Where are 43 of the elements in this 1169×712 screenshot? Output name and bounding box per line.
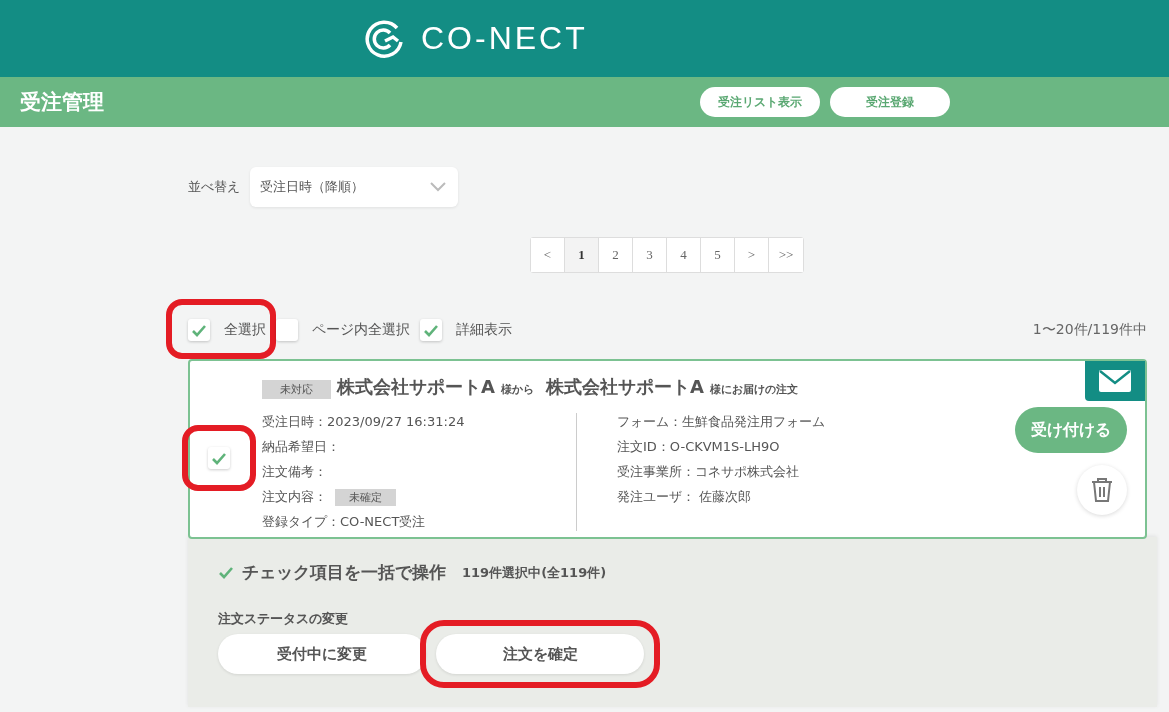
trash-icon — [1090, 477, 1114, 503]
sender-suffix: 様から — [500, 382, 534, 397]
delete-button[interactable] — [1077, 465, 1127, 515]
page-button[interactable]: < — [531, 238, 565, 272]
order-field: 注文内容： — [262, 488, 327, 506]
bulk-title: チェック項目を一括で操作 — [242, 561, 446, 584]
check-icon — [218, 566, 234, 579]
check-icon — [423, 323, 439, 337]
chevron-down-icon — [430, 182, 446, 192]
section-label: 注文ステータスの変更 — [218, 610, 349, 628]
order-field: 登録タイプ：CO-NECT受注 — [262, 513, 426, 531]
recipient-suffix: 様にお届けの注文 — [709, 382, 798, 397]
status-tag: 未確定 — [335, 488, 396, 506]
order-field: 納品希望日： — [262, 438, 340, 456]
checkbox[interactable] — [188, 319, 210, 341]
status-tag: 未対応 — [262, 380, 331, 399]
selected-count: 119件選択中(全119件) — [462, 563, 607, 582]
order-field: 注文ID：O-CKVM1S-LH9O — [617, 438, 780, 456]
checkbox-label: 詳細表示 — [456, 321, 512, 339]
logo-icon — [363, 17, 405, 60]
status-button[interactable]: 注文を確定 — [436, 634, 644, 674]
sort-label: 並べ替え — [188, 178, 240, 196]
sender-name: 株式会社サポートA — [337, 375, 495, 399]
mail-button[interactable] — [1085, 361, 1145, 401]
check-icon — [211, 451, 227, 465]
page-title: 受注管理 — [20, 89, 105, 116]
recipient-name: 株式会社サポートA — [545, 375, 704, 399]
checkbox[interactable] — [276, 319, 298, 341]
checkbox-label: ページ内全選択 — [312, 321, 410, 339]
result-count: 1〜20件/119件中 — [1032, 321, 1147, 339]
sort-select[interactable]: 受注日時（降順） — [250, 167, 458, 207]
checkbox[interactable] — [208, 447, 230, 469]
order-field: 受注日時：2023/09/27 16:31:24 — [262, 413, 465, 431]
order-field: 発注ユーザ： 佐藤次郎 — [617, 488, 752, 506]
checkbox-label: 全選択 — [224, 321, 266, 339]
order-field: 受注事業所：コネサポ株式会社 — [617, 463, 799, 481]
logo-text: CO-NECT — [421, 20, 588, 57]
checkbox[interactable] — [420, 319, 442, 341]
order-field: 注文備考： — [262, 463, 327, 481]
page-button[interactable]: 1 — [565, 238, 599, 272]
check-icon — [191, 323, 207, 337]
order-field: フォーム：生鮮食品発注用フォーム — [617, 413, 825, 431]
envelope-icon — [1097, 368, 1133, 394]
